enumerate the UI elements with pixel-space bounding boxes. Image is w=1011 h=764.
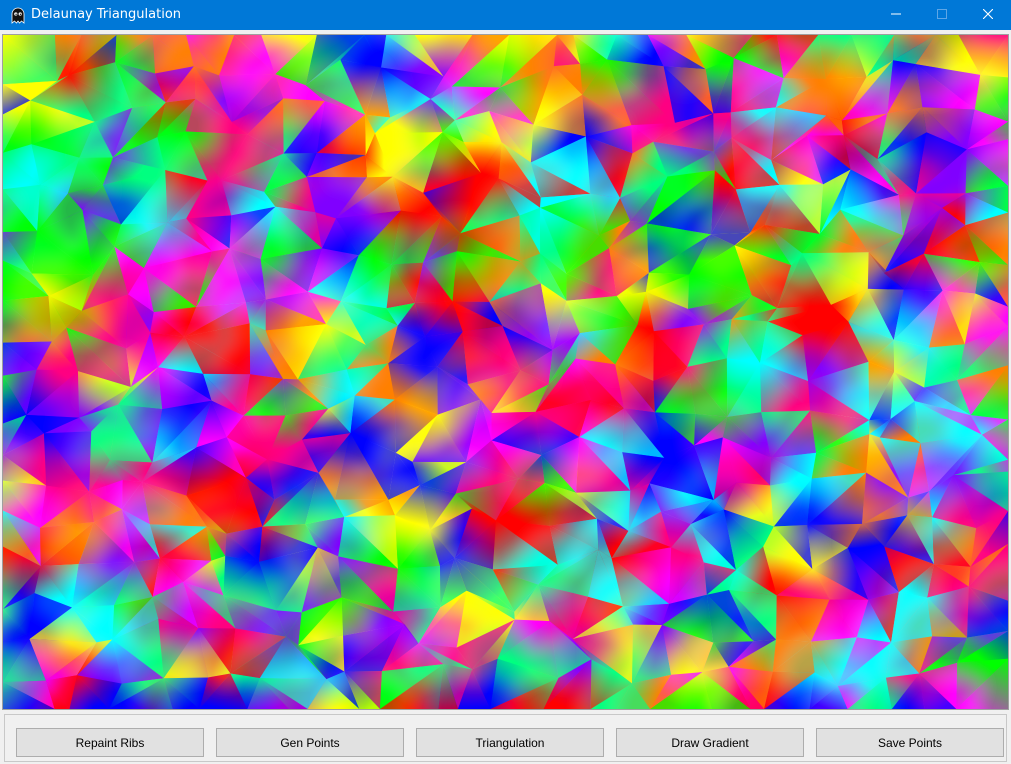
gen-points-button[interactable]: Gen Points: [216, 728, 404, 757]
minimize-icon: [891, 6, 901, 24]
triangulation-button[interactable]: Triangulation: [416, 728, 604, 757]
title-bar[interactable]: Delaunay Triangulation: [0, 0, 1011, 30]
drawing-canvas[interactable]: [2, 34, 1009, 710]
repaint-ribs-button[interactable]: Repaint Ribs: [16, 728, 204, 757]
window-title: Delaunay Triangulation: [31, 7, 182, 22]
button-panel: Repaint Ribs Gen Points Triangulation Dr…: [4, 714, 1007, 762]
triangulation-drawing: [3, 35, 1008, 709]
draw-gradient-button[interactable]: Draw Gradient: [616, 728, 804, 757]
close-button[interactable]: [965, 0, 1011, 30]
close-icon: [982, 6, 994, 24]
maximize-icon: [937, 6, 947, 24]
minimize-button[interactable]: [873, 0, 919, 30]
ghost-icon: [9, 6, 27, 24]
maximize-button[interactable]: [919, 0, 965, 30]
save-points-button[interactable]: Save Points: [816, 728, 1004, 757]
